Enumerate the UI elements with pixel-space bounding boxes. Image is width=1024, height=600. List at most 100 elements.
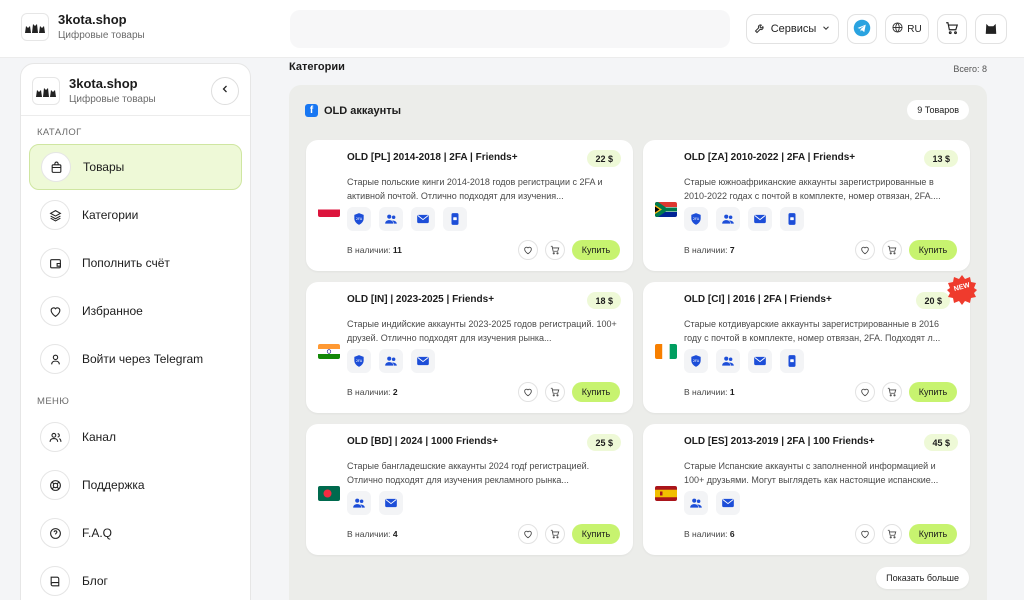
sidebar-item-label: Поддержка: [82, 478, 145, 492]
mail-icon: [411, 207, 435, 231]
product-card[interactable]: OLD [ZA] 2010-2022 | 2FA | Friends+ 13 $…: [643, 140, 970, 271]
product-description: Старые бангладешские аккаунты 2024 годf …: [347, 461, 590, 485]
friends-icon: [379, 207, 403, 231]
header-search-area: [290, 10, 730, 48]
product-title: OLD [CI] | 2016 | 2FA | Friends+: [684, 294, 832, 305]
logo-cats: [32, 77, 60, 105]
bag-icon: [41, 152, 71, 182]
product-card[interactable]: OLD [PL] 2014-2018 | 2FA | Friends+ 22 $…: [306, 140, 633, 271]
favorite-button[interactable]: [855, 524, 875, 544]
feature-icons: 2FA: [347, 207, 467, 231]
heart-icon: [861, 246, 869, 255]
sidebar-item-telegram-login[interactable]: Войти через Telegram: [29, 336, 242, 382]
stock-label: В наличии:: [347, 387, 391, 397]
flag-es-icon: [655, 486, 677, 501]
sidebar-item-faq[interactable]: F.A.Q: [29, 510, 242, 556]
friends-icon: [684, 491, 708, 515]
buy-button[interactable]: Купить: [909, 524, 957, 544]
stock-value: 11: [392, 245, 402, 255]
sidebar-item-label: Блог: [82, 574, 108, 588]
shield-2fa-icon: 2FA: [684, 207, 708, 231]
sidebar-item-topup[interactable]: Пополнить счёт: [29, 240, 242, 286]
product-description: Старые Испанские аккаунты с заполненной …: [684, 461, 939, 485]
feature-icons: 2FA: [684, 349, 804, 373]
heart-icon: [524, 388, 532, 397]
sidebar-item-label: Категории: [82, 208, 139, 222]
language-button[interactable]: RU: [885, 14, 929, 44]
product-description: Старые индийские аккаунты 2023-2025 годо…: [347, 319, 617, 343]
cart-icon: [887, 387, 897, 397]
buy-button[interactable]: Купить: [572, 240, 620, 260]
price-badge: 22 $: [587, 150, 621, 167]
sidebar-item-label: Товары: [83, 160, 125, 174]
favorite-button[interactable]: [855, 382, 875, 402]
stock-info: В наличии: 1: [684, 387, 735, 397]
phone-icon: [780, 349, 804, 373]
buy-button[interactable]: Купить: [909, 382, 957, 402]
chevron-left-icon: [219, 82, 231, 100]
favorite-button[interactable]: [855, 240, 875, 260]
buy-button[interactable]: Купить: [572, 524, 620, 544]
sidebar: 3kota.shop Цифровые товары КАТАЛОГ Товар…: [20, 63, 251, 600]
favorite-button[interactable]: [518, 382, 538, 402]
sidebar-item-support[interactable]: Поддержка: [29, 462, 242, 508]
price-badge: 25 $: [587, 434, 621, 451]
sidebar-item-categories[interactable]: Категории: [29, 192, 242, 238]
product-description: Старые южноафриканские аккаунты зарегист…: [684, 177, 941, 201]
telegram-button[interactable]: [847, 14, 877, 44]
add-to-cart-button[interactable]: [545, 382, 565, 402]
services-label: Сервисы: [770, 23, 817, 35]
chevron-down-icon: [821, 23, 831, 36]
sidebar-item-favorites[interactable]: Избранное: [29, 288, 242, 334]
sidebar-item-label: Пополнить счёт: [82, 256, 170, 270]
avatar-cat-icon: [984, 21, 998, 38]
brand[interactable]: 3kota.shop Цифровые товары: [21, 12, 145, 42]
buy-button[interactable]: Купить: [909, 240, 957, 260]
total-count: Всего: 8: [953, 64, 987, 74]
stock-value: 4: [392, 529, 398, 539]
services-button[interactable]: Сервисы: [746, 14, 839, 44]
product-card[interactable]: OLD [IN] | 2023-2025 | Friends+ 18 $ Ста…: [306, 282, 633, 413]
favorite-button[interactable]: [518, 240, 538, 260]
product-title: OLD [ES] 2013-2019 | 2FA | 100 Friends+: [684, 436, 875, 447]
sidebar-item-channel[interactable]: Канал: [29, 414, 242, 460]
phone-icon: [443, 207, 467, 231]
cart-button[interactable]: [937, 14, 967, 44]
add-to-cart-button[interactable]: [882, 524, 902, 544]
sidebar-item-blog[interactable]: Блог: [29, 558, 242, 600]
price-badge: 45 $: [924, 434, 958, 451]
question-icon: [40, 518, 70, 548]
add-to-cart-button[interactable]: [882, 240, 902, 260]
users-icon: [40, 422, 70, 452]
cart-icon: [887, 245, 897, 255]
stock-value: 2: [392, 387, 398, 397]
sidebar-brand[interactable]: 3kota.shop Цифровые товары: [32, 76, 156, 106]
new-badge: NEW: [947, 275, 977, 305]
heart-icon: [861, 530, 869, 539]
add-to-cart-button[interactable]: [545, 524, 565, 544]
cart-icon: [550, 529, 560, 539]
svg-text:2FA: 2FA: [693, 359, 700, 363]
product-card[interactable]: OLD [BD] | 2024 | 1000 Friends+ 25 $ Ста…: [306, 424, 633, 555]
favorite-button[interactable]: [518, 524, 538, 544]
friends-icon: [379, 349, 403, 373]
heart-icon: [40, 296, 70, 326]
product-card[interactable]: OLD [CI] | 2016 | 2FA | Friends+ 20 $ Ст…: [643, 275, 977, 413]
panel-header[interactable]: f OLD аккаунты: [305, 104, 401, 117]
sidebar-item-products[interactable]: Товары: [29, 144, 242, 190]
user-button[interactable]: [975, 14, 1007, 44]
product-title: OLD [PL] 2014-2018 | 2FA | Friends+: [347, 152, 518, 163]
divider: [21, 115, 250, 116]
product-title: OLD [IN] | 2023-2025 | Friends+: [347, 294, 495, 305]
top-header: 3kota.shop Цифровые товары Сервисы RU: [0, 0, 1024, 58]
add-to-cart-button[interactable]: [882, 382, 902, 402]
feature-icons: [684, 491, 740, 515]
product-card[interactable]: OLD [ES] 2013-2019 | 2FA | 100 Friends+ …: [643, 424, 970, 555]
sidebar-collapse-button[interactable]: [211, 77, 239, 105]
flag-ci-icon: [655, 344, 677, 359]
buy-button[interactable]: Купить: [572, 382, 620, 402]
show-more-button[interactable]: Показать больше: [876, 567, 969, 589]
add-to-cart-button[interactable]: [545, 240, 565, 260]
stock-value: 6: [729, 529, 735, 539]
product-title: OLD [BD] | 2024 | 1000 Friends+: [347, 436, 498, 447]
